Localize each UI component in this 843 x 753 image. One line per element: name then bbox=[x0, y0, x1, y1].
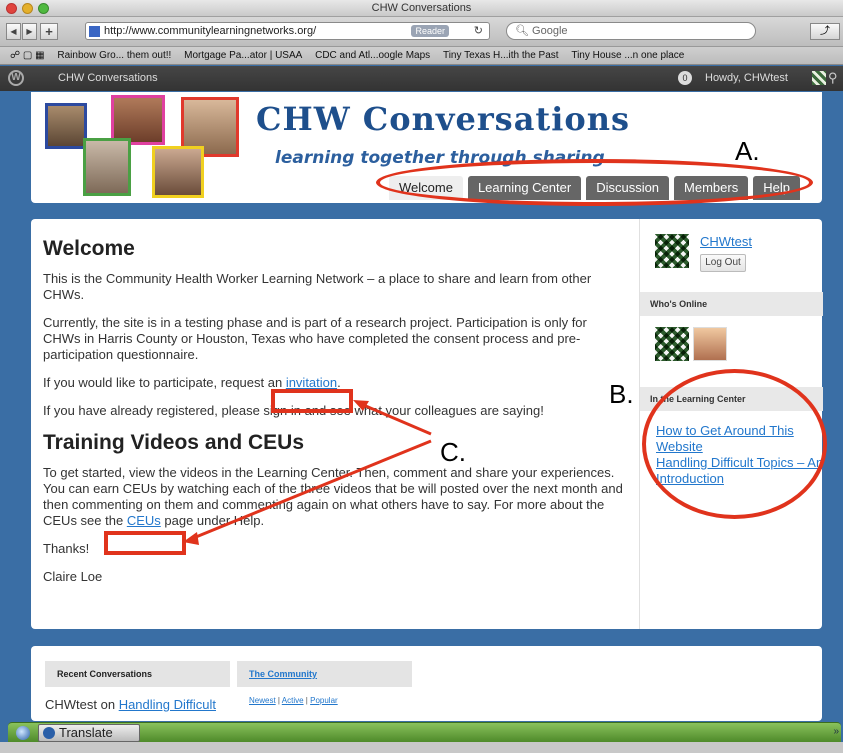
recent-on: on bbox=[97, 697, 119, 712]
logout-button[interactable]: Log Out bbox=[700, 254, 746, 272]
add-bookmark-plus-button[interactable]: + bbox=[40, 23, 58, 40]
community-link[interactable]: The Community bbox=[249, 669, 317, 679]
translate-button[interactable]: Translate bbox=[38, 724, 140, 742]
member-photo bbox=[152, 146, 204, 198]
translate-icon bbox=[43, 727, 55, 739]
recent-user: CHWtest bbox=[45, 697, 97, 712]
wp-admin-bar: W CHW Conversations 0 Howdy, CHWtest ⚲ bbox=[0, 66, 843, 91]
recent-conversations-heading: Recent Conversations bbox=[45, 661, 230, 687]
active-link[interactable]: Active bbox=[282, 696, 304, 705]
online-user-avatar[interactable] bbox=[693, 327, 727, 361]
notification-count-badge[interactable]: 0 bbox=[678, 71, 692, 85]
annotation-label-c: C. bbox=[440, 437, 466, 467]
translate-bar: Translate » bbox=[8, 722, 841, 742]
sidebar: CHWtest Log Out Who's Online In the Lear… bbox=[639, 219, 827, 629]
search-icon: 🔍︎ bbox=[515, 25, 533, 37]
globe-icon bbox=[16, 726, 30, 740]
recent-conversation-item: CHWtest on Handling Difficult bbox=[45, 697, 216, 712]
arrow-to-invitation bbox=[360, 402, 432, 436]
bookmark-item[interactable]: Mortgage Pa...ator | USAA bbox=[184, 47, 302, 64]
bookmark-item[interactable]: CDC and Atl...oogle Maps bbox=[315, 47, 430, 64]
arrow-to-ceus bbox=[190, 439, 432, 541]
howdy-user-menu[interactable]: Howdy, CHWtest bbox=[705, 72, 788, 84]
arrowhead-ceus bbox=[183, 532, 199, 545]
user-widget: CHWtest Log Out bbox=[655, 234, 752, 272]
footer-panels: Recent Conversations CHWtest on Handling… bbox=[31, 646, 822, 721]
main-panel: Welcome This is the Community Health Wor… bbox=[31, 219, 827, 629]
window-titlebar: CHW Conversations bbox=[0, 0, 843, 17]
reload-icon[interactable]: ↻ bbox=[474, 23, 483, 39]
window-title: CHW Conversations bbox=[371, 2, 472, 14]
online-user-avatar[interactable] bbox=[655, 327, 689, 361]
address-text: http://www.communitylearningnetworks.org… bbox=[104, 25, 317, 37]
annotation-ellipse-b bbox=[642, 369, 827, 519]
expand-icon[interactable]: » bbox=[833, 726, 839, 737]
site-logo[interactable]: CHW Conversations bbox=[256, 100, 630, 138]
bookmark-item[interactable]: Rainbow Gro... them out!! bbox=[57, 47, 171, 64]
member-photo bbox=[45, 103, 87, 149]
annotation-label-b: B. bbox=[609, 379, 634, 409]
annotation-label-a: A. bbox=[735, 136, 760, 166]
site-header: CHW Conversations learning together thro… bbox=[31, 92, 822, 206]
wordpress-logo-icon[interactable]: W bbox=[8, 70, 24, 86]
search-field[interactable]: 🔍︎ Google bbox=[506, 22, 756, 40]
address-bar[interactable]: http://www.communitylearningnetworks.org… bbox=[85, 22, 490, 40]
browser-toolbar: ◀ ▶ + http://www.communitylearningnetwor… bbox=[0, 17, 843, 47]
window-bottom bbox=[0, 742, 843, 753]
admin-search-icon[interactable]: ⚲ bbox=[828, 70, 838, 86]
community-heading: The Community bbox=[237, 661, 412, 687]
forward-button[interactable]: ▶ bbox=[22, 23, 37, 40]
back-button[interactable]: ◀ bbox=[6, 23, 21, 40]
search-placeholder: Google bbox=[532, 25, 568, 37]
recent-topic-link[interactable]: Handling Difficult bbox=[119, 697, 216, 712]
admin-site-name[interactable]: CHW Conversations bbox=[58, 72, 158, 84]
reading-list-icon[interactable]: ☍ ▢ ▦ bbox=[10, 47, 45, 64]
share-button[interactable]: ⤴ bbox=[810, 23, 840, 40]
annotation-arrows bbox=[183, 400, 432, 545]
reader-button[interactable]: Reader bbox=[411, 25, 449, 37]
whos-online-heading: Who's Online bbox=[640, 292, 823, 316]
translate-label: Translate bbox=[59, 725, 113, 740]
bookmark-item[interactable]: Tiny Texas H...ith the Past bbox=[443, 47, 559, 64]
bookmarks-bar: ☍ ▢ ▦ Rainbow Gro... them out!! Mortgage… bbox=[0, 47, 843, 65]
admin-avatar[interactable] bbox=[812, 71, 826, 85]
community-filter-links: Newest | Active | Popular bbox=[249, 696, 338, 705]
site-favicon-icon bbox=[89, 26, 100, 37]
bookmark-item[interactable]: Tiny House ...n one place bbox=[571, 47, 684, 64]
popular-link[interactable]: Popular bbox=[310, 696, 338, 705]
user-avatar[interactable] bbox=[655, 234, 689, 268]
newest-link[interactable]: Newest bbox=[249, 696, 276, 705]
member-photo bbox=[83, 138, 131, 196]
username-link[interactable]: CHWtest bbox=[700, 234, 752, 249]
